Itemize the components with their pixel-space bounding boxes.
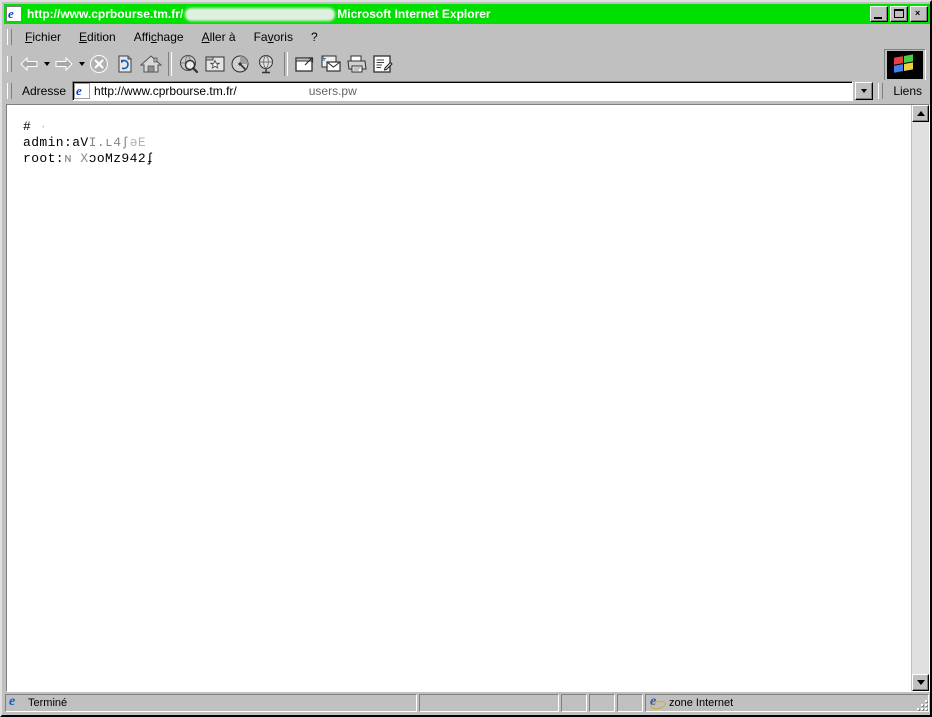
resize-grip-icon[interactable]: [913, 696, 927, 710]
ie-globe-icon: e: [650, 695, 667, 711]
stop-icon: [90, 55, 108, 73]
toolbar-drag-grip[interactable]: [7, 56, 12, 72]
address-url-tail: users.pw: [308, 84, 357, 98]
status-progress-panel: [419, 694, 559, 712]
address-label: Adresse: [22, 84, 67, 98]
menu-item-help[interactable]: ?: [302, 28, 327, 46]
search-globe-icon: [180, 55, 199, 74]
security-zone-panel[interactable]: e zone Internet: [645, 694, 929, 712]
favorites-button[interactable]: [202, 51, 228, 77]
edit-page-icon: [373, 55, 393, 73]
fullscreen-button[interactable]: [292, 51, 318, 77]
channels-button[interactable]: [228, 51, 254, 77]
status-bar: e Terminé e zone Internet: [4, 693, 930, 713]
address-url-visible: http://www.cprbourse.tm.fr/: [94, 84, 237, 98]
document-frame: # · admin:aVI.ʟ4ʃǝE root:ɴ XɔoMz942ʄ: [6, 104, 930, 692]
password-line-2: admin:aVI.ʟ4ʃǝE: [23, 135, 911, 151]
line2-username: admin:: [23, 135, 73, 150]
zone-text: zone Internet: [669, 697, 734, 709]
menu-label-edition: dition: [87, 30, 116, 44]
mail-icon: [321, 55, 341, 72]
line3-hash-a: ɴ X: [64, 151, 89, 166]
address-redacted-path: [236, 85, 309, 97]
line3-hash-b: ɔoMz942ʄ: [88, 151, 155, 166]
address-bar: Adresse e http://www.cprbourse.tm.fr/use…: [4, 80, 930, 102]
window-controls: ×: [870, 6, 928, 22]
address-drag-grip[interactable]: [7, 83, 12, 99]
close-button[interactable]: ×: [910, 6, 928, 22]
chevron-down-icon: [861, 89, 868, 93]
title-bar: e http://www.cprbourse.tm.fr/Microsoft I…: [4, 4, 930, 24]
back-button[interactable]: [16, 51, 42, 77]
printer-icon: [347, 55, 367, 73]
search-button[interactable]: [176, 51, 202, 77]
maximize-button[interactable]: [890, 6, 908, 22]
status-panel-2: [561, 694, 587, 712]
browser-window: e http://www.cprbourse.tm.fr/Microsoft I…: [0, 0, 932, 717]
minimize-button[interactable]: [870, 6, 888, 22]
status-panel-4: [617, 694, 643, 712]
status-panel-3: [589, 694, 615, 712]
chevron-down-icon: [78, 62, 85, 66]
scroll-up-button[interactable]: [912, 105, 929, 122]
stop-button[interactable]: [86, 51, 112, 77]
password-line-1: # ·: [23, 119, 911, 135]
line3-username: root:: [23, 151, 65, 166]
line2-hash-b: I.ʟ4ʃ: [88, 135, 130, 150]
scroll-down-button[interactable]: [912, 674, 929, 691]
links-button[interactable]: Liens: [887, 84, 930, 98]
menu-label-fichier: ichier: [32, 30, 62, 44]
history-button[interactable]: [254, 51, 280, 77]
scroll-up-arrow-icon: [916, 111, 925, 116]
address-input[interactable]: e http://www.cprbourse.tm.fr/users.pw: [72, 81, 854, 101]
history-globe-icon: [259, 55, 273, 74]
menu-bar: Fichier Edition Affichage Aller à Favori…: [4, 26, 930, 48]
comment-rest: ·: [31, 119, 48, 134]
menu-drag-grip[interactable]: [7, 29, 12, 45]
edit-button[interactable]: [370, 51, 396, 77]
ie-document-icon: e: [9, 694, 16, 709]
line2-hash-c: ǝE: [129, 135, 147, 150]
mail-button[interactable]: [318, 51, 344, 77]
close-icon: ×: [915, 8, 921, 18]
links-drag-grip[interactable]: [878, 83, 884, 99]
menu-item-aller-a[interactable]: Aller à: [193, 28, 245, 46]
forward-button[interactable]: [51, 51, 77, 77]
fullscreen-icon: [295, 57, 314, 72]
window-title-suffix: Microsoft Internet Explorer: [337, 7, 491, 21]
favorites-folder-icon: [205, 56, 225, 72]
refresh-button[interactable]: [112, 51, 138, 77]
home-icon: [139, 55, 163, 73]
title-redacted-path: [185, 7, 336, 21]
refresh-icon: [118, 55, 132, 73]
arrow-right-icon: [55, 56, 73, 72]
page-content: # · admin:aVI.ʟ4ʃǝE root:ɴ XɔoMz942ʄ: [7, 105, 911, 691]
line2-hash-a: aV: [72, 135, 89, 150]
menu-item-edition[interactable]: Edition: [70, 28, 125, 46]
address-dropdown-button[interactable]: [855, 82, 874, 100]
ie-page-icon: e: [74, 83, 91, 99]
password-line-3: root:ɴ XɔoMz942ʄ: [23, 151, 911, 167]
status-message-panel: e Terminé: [5, 694, 417, 712]
chevron-down-icon: [43, 62, 50, 66]
print-button[interactable]: [344, 51, 370, 77]
comment-marker: #: [23, 119, 32, 134]
forward-dropdown-button[interactable]: [77, 51, 86, 77]
ie-document-icon: e: [6, 6, 22, 22]
home-button[interactable]: [138, 51, 164, 77]
menu-item-affichage[interactable]: Affichage: [125, 28, 193, 46]
vertical-scrollbar[interactable]: [911, 105, 929, 691]
menu-item-fichier[interactable]: Fichier: [16, 28, 70, 46]
main-toolbar: [4, 48, 930, 89]
window-title-prefix: http://www.cprbourse.tm.fr/: [27, 7, 184, 21]
channels-disc-icon: [231, 55, 249, 73]
windows-flag-icon: [894, 54, 914, 74]
menu-item-favoris[interactable]: Favoris: [245, 28, 302, 46]
back-dropdown-button[interactable]: [42, 51, 51, 77]
toolbar-separator-1: [168, 52, 172, 76]
arrow-left-icon: [20, 56, 38, 72]
toolbar-separator-2: [284, 52, 288, 76]
status-text: Terminé: [28, 697, 68, 709]
scroll-down-arrow-icon: [916, 680, 925, 685]
